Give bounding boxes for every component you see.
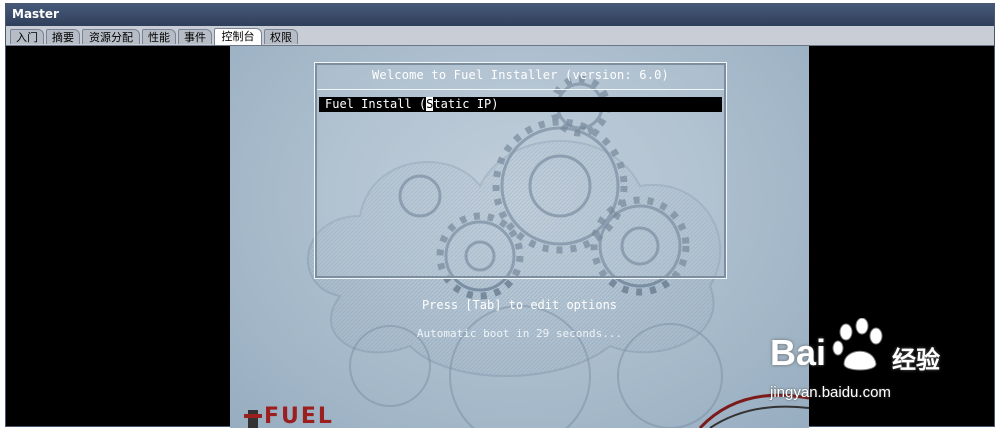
- tab-permissions[interactable]: 权限: [264, 29, 298, 44]
- tab-events[interactable]: 事件: [178, 29, 212, 44]
- watermark-brand-cn: 经验: [892, 346, 940, 374]
- tab-bar: 入门 摘要 资源分配 性能 事件 控制台 权限: [6, 26, 994, 46]
- tab-console[interactable]: 控制台: [214, 28, 262, 45]
- tab-getting-started[interactable]: 入门: [10, 29, 44, 44]
- installer-title: Welcome to Fuel Installer (version: 6.0): [372, 68, 669, 82]
- menu-item-text-suffix: tatic IP): [433, 97, 499, 111]
- watermark-url: jingyan.baidu.com: [770, 384, 891, 401]
- boot-screen: Welcome to Fuel Installer (version: 6.0)…: [230, 46, 809, 428]
- baidu-paw-icon: [832, 318, 883, 371]
- tab-performance[interactable]: 性能: [142, 29, 176, 44]
- tab-resource-allocation[interactable]: 资源分配: [82, 29, 140, 44]
- menu-item-text-prefix: Fuel Install (: [325, 97, 427, 111]
- window-title: Master: [6, 4, 994, 26]
- baidu-jingyan-watermark: Bai 经验 jingyan.baidu.com: [770, 318, 995, 408]
- watermark-brand: Bai: [770, 332, 827, 373]
- fuel-logo-mark: [244, 410, 262, 428]
- boot-countdown: Automatic boot in 29 seconds...: [416, 327, 623, 340]
- fuel-logo-text: FUEL: [264, 404, 334, 428]
- menu-item-fuel-install-static-ip[interactable]: Fuel Install (Static IP): [319, 97, 722, 112]
- edit-options-hint: Press [Tab] to edit options: [421, 298, 618, 312]
- boot-menu: Welcome to Fuel Installer (version: 6.0)…: [314, 62, 727, 279]
- menu-divider: [317, 89, 724, 90]
- tab-summary[interactable]: 摘要: [46, 29, 80, 44]
